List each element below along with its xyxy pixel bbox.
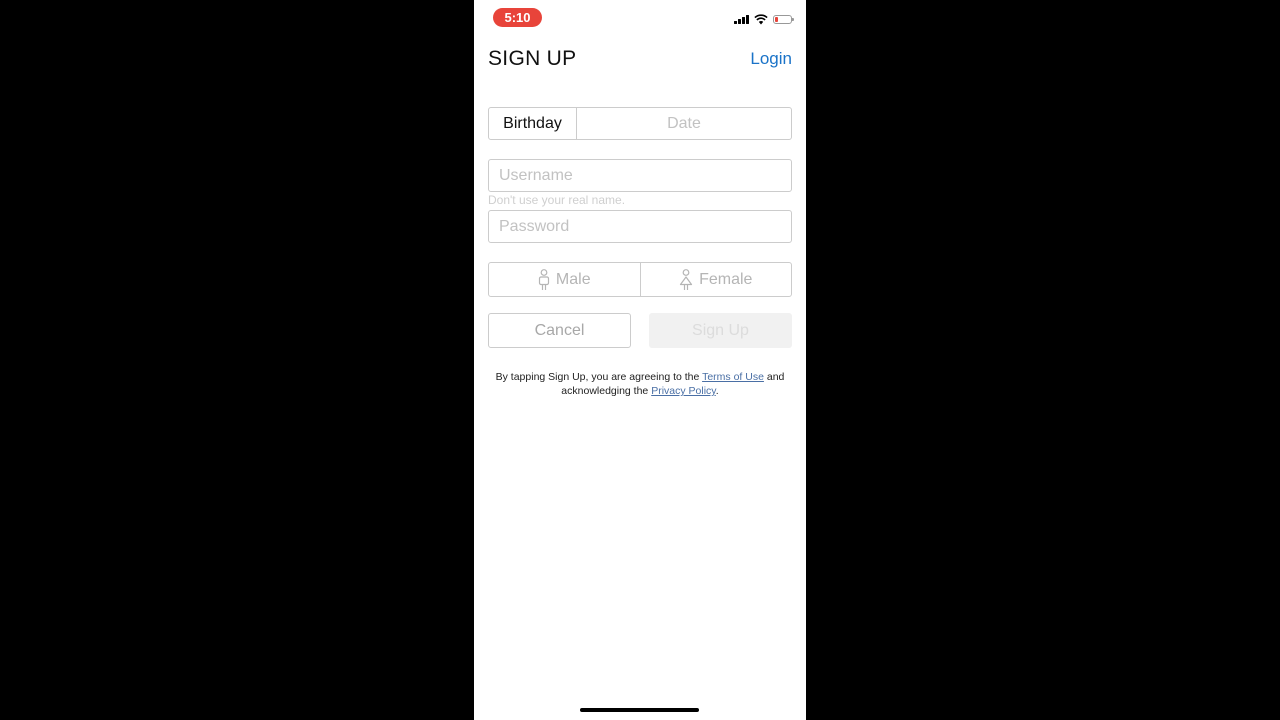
gender-male-option[interactable]: Male (489, 263, 640, 296)
birthday-field: Birthday (488, 107, 792, 140)
female-person-icon (679, 268, 693, 290)
birthday-label: Birthday (489, 108, 577, 139)
terms-suffix: . (715, 385, 719, 397)
male-person-icon (538, 268, 550, 290)
terms-notice: By tapping Sign Up, you are agreeing to … (488, 370, 792, 398)
terms-of-use-link[interactable]: Terms of Use (702, 371, 764, 383)
username-input[interactable] (489, 160, 791, 191)
gender-selector: Male Female (488, 262, 792, 297)
date-input[interactable] (577, 108, 791, 139)
phone-screen: 5:10 SIGN UP Login Birthday Don't use yo… (474, 0, 806, 720)
gender-female-label: Female (699, 270, 753, 288)
password-field (488, 210, 792, 243)
username-hint: Don't use your real name. (488, 193, 626, 207)
terms-prefix: By tapping Sign Up, you are agreeing to … (495, 371, 703, 383)
gender-female-option[interactable]: Female (639, 263, 792, 296)
page-title: SIGN UP (488, 47, 577, 70)
cancel-button[interactable]: Cancel (488, 313, 631, 348)
password-input[interactable] (489, 211, 791, 242)
username-field (488, 159, 792, 192)
gender-male-label: Male (555, 270, 591, 288)
battery-icon (773, 14, 794, 24)
wifi-icon (754, 13, 768, 24)
sign-up-button[interactable]: Sign Up (649, 313, 792, 348)
privacy-policy-link[interactable]: Privacy Policy (651, 385, 716, 397)
signal-icon (734, 14, 749, 24)
home-indicator[interactable] (580, 708, 699, 712)
status-icons (734, 12, 794, 26)
status-time: 5:10 (493, 8, 542, 27)
login-link[interactable]: Login (750, 49, 792, 69)
